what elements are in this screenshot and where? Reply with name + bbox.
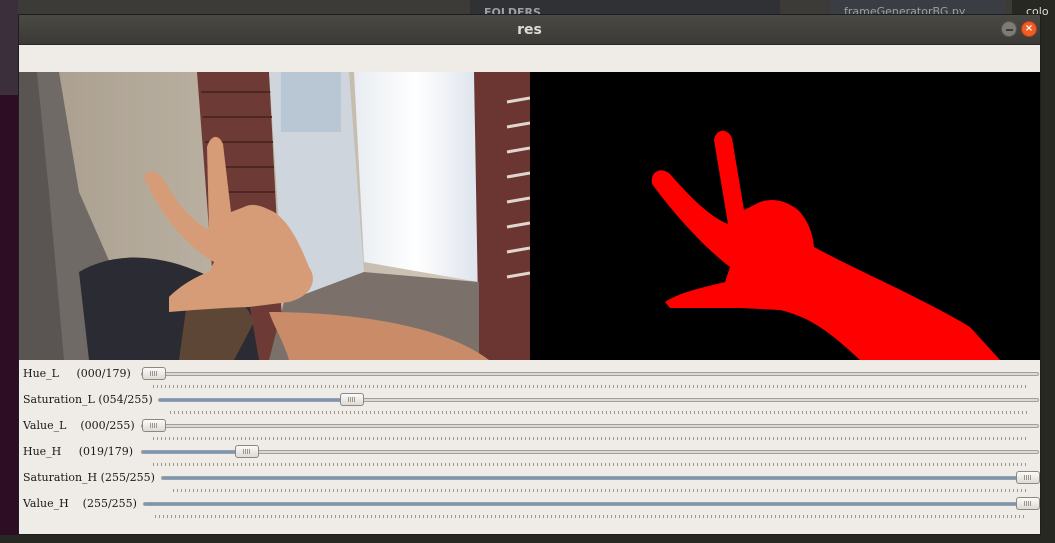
- trackbar-row: Hue_L (000/179): [19, 363, 1040, 389]
- trackbar-fill: [162, 477, 1028, 479]
- trackbar-ticks: [155, 515, 1027, 518]
- hand-mask-illustration: [651, 130, 1000, 360]
- res-window: res × Hue_L (000/179) Saturation_L (054/…: [18, 14, 1041, 535]
- trackbar-row: Saturation_L (054/255): [19, 389, 1040, 415]
- trackbar-handle[interactable]: [234, 445, 259, 458]
- trackbar-ticks: [170, 411, 1027, 414]
- sidebar-folders-header: FOLDERS: [470, 0, 780, 19]
- mask-image: [530, 72, 1040, 360]
- original-image: [19, 72, 530, 360]
- hand-mask-shape: [651, 130, 1000, 360]
- trackbar-slider[interactable]: [161, 471, 1040, 484]
- background-editor-bottom: [0, 535, 1055, 543]
- background-terminal: [0, 0, 18, 543]
- trackbar-label: Value_L (000/255): [23, 419, 135, 432]
- trackbar-handle[interactable]: [142, 419, 166, 432]
- trackbar-label: Saturation_H (255/255): [23, 471, 155, 484]
- trackbar-slider[interactable]: [158, 393, 1039, 406]
- trackbar-ticks: [153, 385, 1027, 388]
- trackbar-handle[interactable]: [340, 393, 365, 406]
- window-toolbar: [19, 45, 1040, 72]
- trackbar-row: Value_H (255/255): [19, 493, 1040, 519]
- trackbar-row: Saturation_H (255/255): [19, 467, 1040, 493]
- trackbar-row: Value_L (000/255): [19, 415, 1040, 441]
- close-button[interactable]: ×: [1021, 21, 1037, 37]
- camera-frame-illustration: [19, 72, 530, 360]
- trackbar-row: Hue_H (019/179): [19, 441, 1040, 467]
- editor-tab[interactable]: frameGeneratorBG.py: [830, 0, 1005, 18]
- background-editor: [1041, 15, 1055, 543]
- editor-tab[interactable]: colo: [1012, 0, 1055, 18]
- trackbar-handle[interactable]: [142, 367, 166, 380]
- trackbar-slider[interactable]: [141, 419, 1039, 432]
- window-title: res: [517, 22, 542, 38]
- window-titlebar[interactable]: res ×: [19, 15, 1040, 45]
- trackbar-fill: [144, 503, 1028, 505]
- trackbar-ticks: [153, 437, 1027, 440]
- trackbar-slider[interactable]: [141, 445, 1039, 458]
- trackbar-label: Hue_H (019/179): [23, 445, 134, 458]
- trackbar-ticks: [173, 489, 1027, 492]
- trackbar-handle[interactable]: [1016, 497, 1040, 510]
- trackbar-label: Value_H (255/255): [23, 497, 137, 510]
- trackbar-slider[interactable]: [141, 367, 1039, 380]
- trackbar-fill: [142, 451, 247, 453]
- minimize-button[interactable]: [1001, 21, 1017, 37]
- trackbar-label: Saturation_L (054/255): [23, 393, 153, 406]
- trackbar-fill: [159, 399, 353, 401]
- trackbar-handle[interactable]: [1016, 471, 1040, 484]
- trackbar-slider[interactable]: [143, 497, 1040, 510]
- trackbar-ticks: [153, 463, 1027, 466]
- terminal-area: [0, 95, 18, 543]
- trackbar-label: Hue_L (000/179): [23, 367, 131, 380]
